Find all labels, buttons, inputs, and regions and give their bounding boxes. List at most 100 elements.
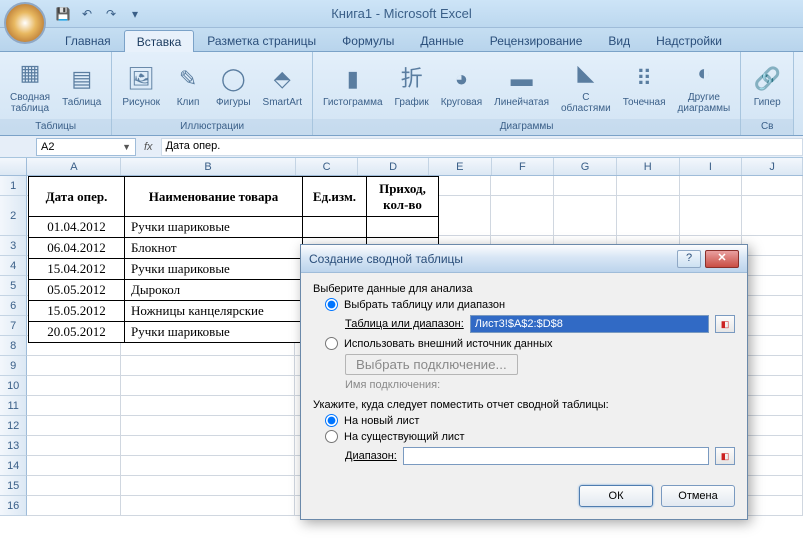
row-header-16[interactable]: 16 xyxy=(0,496,27,516)
cell-A13[interactable] xyxy=(27,436,121,456)
cell-B14[interactable] xyxy=(121,456,295,476)
cell-J4[interactable] xyxy=(742,256,803,276)
fx-icon[interactable]: fx xyxy=(144,141,153,153)
cell-B15[interactable] xyxy=(121,476,295,496)
undo-icon[interactable]: ↶ xyxy=(78,5,96,23)
cell-F2[interactable] xyxy=(491,196,554,236)
cell-G2[interactable] xyxy=(554,196,617,236)
cell-B10[interactable] xyxy=(121,376,295,396)
pie-chart-button[interactable]: ◕Круговая xyxy=(437,61,486,110)
cell-B9[interactable] xyxy=(121,356,295,376)
radio-select-range[interactable]: Выбрать таблицу или диапазон xyxy=(325,298,735,311)
row-header-6[interactable]: 6 xyxy=(0,296,27,316)
col-header-B[interactable]: B xyxy=(121,158,295,175)
cell-J7[interactable] xyxy=(742,316,803,336)
table-cell[interactable] xyxy=(303,217,367,238)
pivot-table-button[interactable]: ▦Сводная таблица xyxy=(6,56,54,116)
hyperlink-button[interactable]: 🔗Гипер xyxy=(747,61,787,110)
table-cell[interactable]: Ручки шариковые xyxy=(125,217,303,238)
tab-Формулы[interactable]: Формулы xyxy=(329,29,407,51)
row-header-14[interactable]: 14 xyxy=(0,456,27,476)
qat-dropdown-icon[interactable]: ▾ xyxy=(126,5,144,23)
table-header[interactable]: Наименование товара xyxy=(125,177,303,217)
cell-A14[interactable] xyxy=(27,456,121,476)
row-header-9[interactable]: 9 xyxy=(0,356,27,376)
table-cell[interactable]: Дырокол xyxy=(125,280,303,301)
formula-input[interactable]: Дата опер. xyxy=(161,138,803,156)
cell-A15[interactable] xyxy=(27,476,121,496)
table-cell[interactable]: 06.04.2012 xyxy=(29,238,125,259)
table-cell[interactable]: Блокнот xyxy=(125,238,303,259)
other-charts-button[interactable]: ◐Другие диаграммы xyxy=(674,56,735,116)
table-cell[interactable]: 05.05.2012 xyxy=(29,280,125,301)
cell-J10[interactable] xyxy=(742,376,803,396)
tab-Вставка[interactable]: Вставка xyxy=(124,30,195,52)
cell-B13[interactable] xyxy=(121,436,295,456)
row-header-10[interactable]: 10 xyxy=(0,376,27,396)
radio-select-range-input[interactable] xyxy=(325,298,338,311)
row-header-1[interactable]: 1 xyxy=(0,176,27,196)
row-header-7[interactable]: 7 xyxy=(0,316,27,336)
table-cell[interactable]: Ручки шариковые xyxy=(125,259,303,280)
shapes-button[interactable]: ◯Фигуры xyxy=(212,61,254,110)
cell-J16[interactable] xyxy=(742,496,803,516)
table-button[interactable]: ▤Таблица xyxy=(58,61,105,110)
radio-existing-sheet-input[interactable] xyxy=(325,430,338,443)
table-cell[interactable]: 20.05.2012 xyxy=(29,322,125,343)
cell-I2[interactable] xyxy=(680,196,743,236)
line-chart-button[interactable]: 折График xyxy=(391,61,433,110)
cell-J5[interactable] xyxy=(742,276,803,296)
cell-H2[interactable] xyxy=(617,196,680,236)
tab-Главная[interactable]: Главная xyxy=(52,29,124,51)
tab-Надстройки[interactable]: Надстройки xyxy=(643,29,735,51)
table-cell[interactable]: 01.04.2012 xyxy=(29,217,125,238)
chevron-down-icon[interactable]: ▼ xyxy=(122,142,131,152)
cell-J13[interactable] xyxy=(742,436,803,456)
cell-I1[interactable] xyxy=(680,176,743,196)
row-header-8[interactable]: 8 xyxy=(0,336,27,356)
tab-Вид[interactable]: Вид xyxy=(595,29,643,51)
tab-Рецензирование[interactable]: Рецензирование xyxy=(477,29,596,51)
cell-G1[interactable] xyxy=(554,176,617,196)
row-header-5[interactable]: 5 xyxy=(0,276,27,296)
col-header-A[interactable]: A xyxy=(27,158,121,175)
radio-existing-sheet[interactable]: На существующий лист xyxy=(325,430,735,443)
table-header[interactable]: Ед.изм. xyxy=(303,177,367,217)
area-chart-button[interactable]: ◣С областями xyxy=(557,56,615,116)
redo-icon[interactable]: ↷ xyxy=(102,5,120,23)
radio-external-input[interactable] xyxy=(325,337,338,350)
row-header-4[interactable]: 4 xyxy=(0,256,27,276)
cell-J12[interactable] xyxy=(742,416,803,436)
col-header-H[interactable]: H xyxy=(617,158,680,175)
range-ref-button[interactable]: ◧ xyxy=(715,315,735,333)
cell-J1[interactable] xyxy=(742,176,803,196)
col-header-G[interactable]: G xyxy=(554,158,617,175)
row-header-15[interactable]: 15 xyxy=(0,476,27,496)
col-header-E[interactable]: E xyxy=(429,158,492,175)
col-header-I[interactable]: I xyxy=(680,158,743,175)
row-header-2[interactable]: 2 xyxy=(0,196,27,236)
clip-button[interactable]: ✎Клип xyxy=(168,61,208,110)
cell-J2[interactable] xyxy=(742,196,803,236)
cell-A11[interactable] xyxy=(27,396,121,416)
dest-ref-button[interactable]: ◧ xyxy=(715,447,735,465)
cell-B11[interactable] xyxy=(121,396,295,416)
name-box[interactable]: A2 ▼ xyxy=(36,138,136,156)
table-cell[interactable]: Ручки шариковые xyxy=(125,322,303,343)
bar-chart-button[interactable]: ▬Линейчатая xyxy=(490,61,553,110)
cell-J9[interactable] xyxy=(742,356,803,376)
col-header-J[interactable]: J xyxy=(742,158,803,175)
tab-Разметка страницы[interactable]: Разметка страницы xyxy=(194,29,329,51)
select-all-corner[interactable] xyxy=(0,158,27,175)
dest-input[interactable] xyxy=(403,447,709,465)
table-cell[interactable]: Ножницы канцелярские xyxy=(125,301,303,322)
help-button[interactable]: ? xyxy=(677,250,701,268)
cell-F1[interactable] xyxy=(491,176,554,196)
row-header-3[interactable]: 3 xyxy=(0,236,27,256)
table-header[interactable]: Приход, кол-во xyxy=(367,177,439,217)
radio-external-source[interactable]: Использовать внешний источник данных xyxy=(325,337,735,350)
table-cell[interactable] xyxy=(367,217,439,238)
picture-button[interactable]: 🖼Рисунок xyxy=(118,61,164,110)
table-cell[interactable]: 15.04.2012 xyxy=(29,259,125,280)
col-header-D[interactable]: D xyxy=(358,158,429,175)
